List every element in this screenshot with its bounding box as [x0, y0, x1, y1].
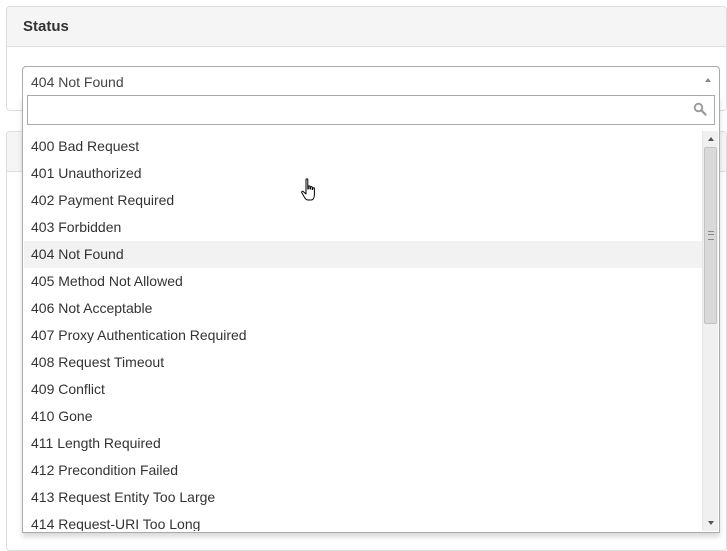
- caret-up-icon[interactable]: [705, 78, 711, 82]
- option-item[interactable]: 405 Method Not Allowed: [24, 268, 704, 295]
- selected-value: 404 Not Found: [31, 74, 124, 90]
- scroll-down-arrow-icon[interactable]: [703, 515, 719, 531]
- option-item[interactable]: 403 Forbidden: [24, 214, 704, 241]
- search-input[interactable]: [28, 96, 700, 124]
- option-item[interactable]: 406 Not Acceptable: [24, 295, 704, 322]
- option-item[interactable]: 410 Gone: [24, 403, 704, 430]
- panel-title: Status: [7, 7, 726, 47]
- hand-cursor-icon: [301, 178, 315, 201]
- option-item[interactable]: 414 Request-URI Too Long: [24, 511, 704, 531]
- search-field[interactable]: [27, 95, 715, 125]
- option-item[interactable]: 409 Conflict: [24, 376, 704, 403]
- scrollbar-thumb[interactable]: [704, 147, 717, 324]
- scrollbar[interactable]: [702, 131, 718, 531]
- option-item[interactable]: 413 Request Entity Too Large: [24, 484, 704, 511]
- option-item[interactable]: 404 Not Found: [24, 241, 704, 268]
- grip-icon: [708, 231, 714, 240]
- select-dropdown: 400 Bad Request 401 Unauthorized 402 Payme…: [22, 95, 720, 533]
- option-item[interactable]: 402 Payment Required: [24, 187, 704, 214]
- option-item[interactable]: 400 Bad Request: [24, 133, 704, 160]
- status-select[interactable]: 404 Not Found: [22, 66, 720, 96]
- option-item[interactable]: 401 Unauthorized: [24, 160, 704, 187]
- option-item[interactable]: 407 Proxy Authentication Required: [24, 322, 704, 349]
- option-item[interactable]: 411 Length Required: [24, 430, 704, 457]
- option-item[interactable]: 412 Precondition Failed: [24, 457, 704, 484]
- scroll-up-arrow-icon[interactable]: [703, 131, 719, 147]
- options-list: 400 Bad Request 401 Unauthorized 402 Payme…: [24, 133, 704, 531]
- search-icon: [693, 102, 707, 116]
- option-item[interactable]: 408 Request Timeout: [24, 349, 704, 376]
